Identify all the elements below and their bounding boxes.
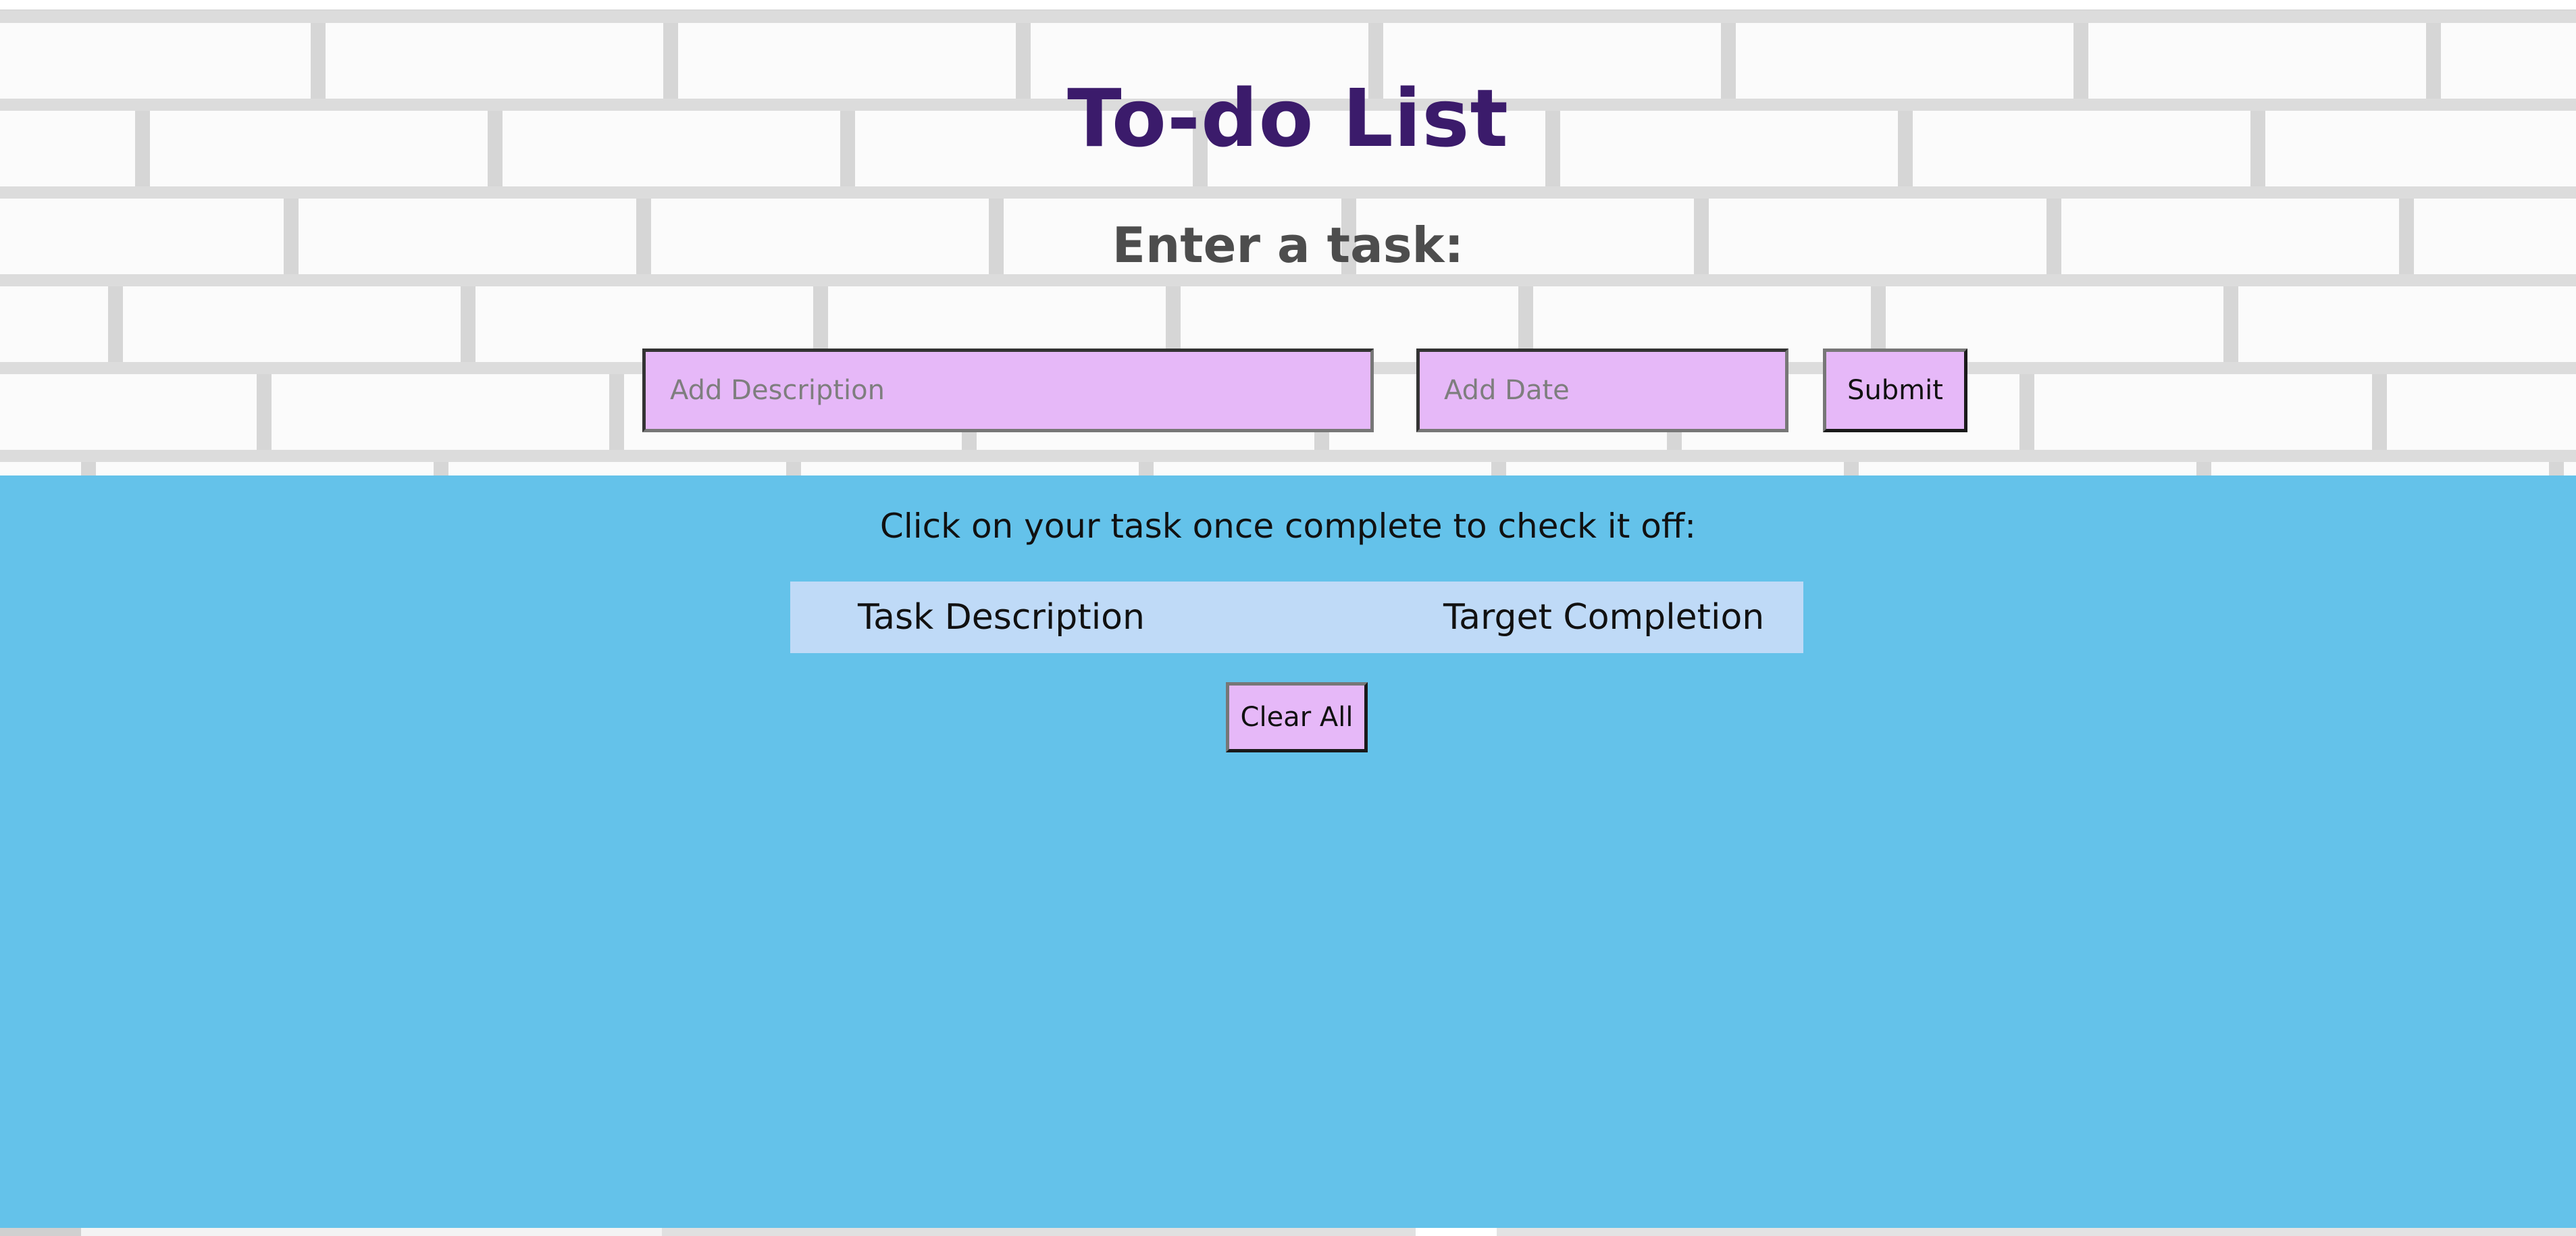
- page-title: To-do List: [1067, 72, 1509, 165]
- task-prompt: Enter a task:: [1112, 217, 1464, 274]
- submit-button[interactable]: Submit: [1823, 349, 1967, 432]
- column-header-task-description: Task Description: [858, 597, 1145, 638]
- task-panel: Click on your task once complete to chec…: [0, 475, 2576, 1228]
- brick-header: To-do List Enter a task: Submit: [0, 11, 2576, 475]
- clear-all-button[interactable]: Clear All: [1226, 682, 1368, 752]
- bottom-scrollbar: [0, 1228, 2576, 1236]
- instructions-text: Click on your task once complete to chec…: [879, 507, 1697, 546]
- top-border: [0, 0, 2576, 11]
- column-header-target-completion: Target Completion: [1443, 597, 1765, 638]
- description-input[interactable]: [642, 349, 1374, 432]
- task-table-header: Task Description Target Completion: [790, 582, 1803, 653]
- date-input[interactable]: [1416, 349, 1788, 432]
